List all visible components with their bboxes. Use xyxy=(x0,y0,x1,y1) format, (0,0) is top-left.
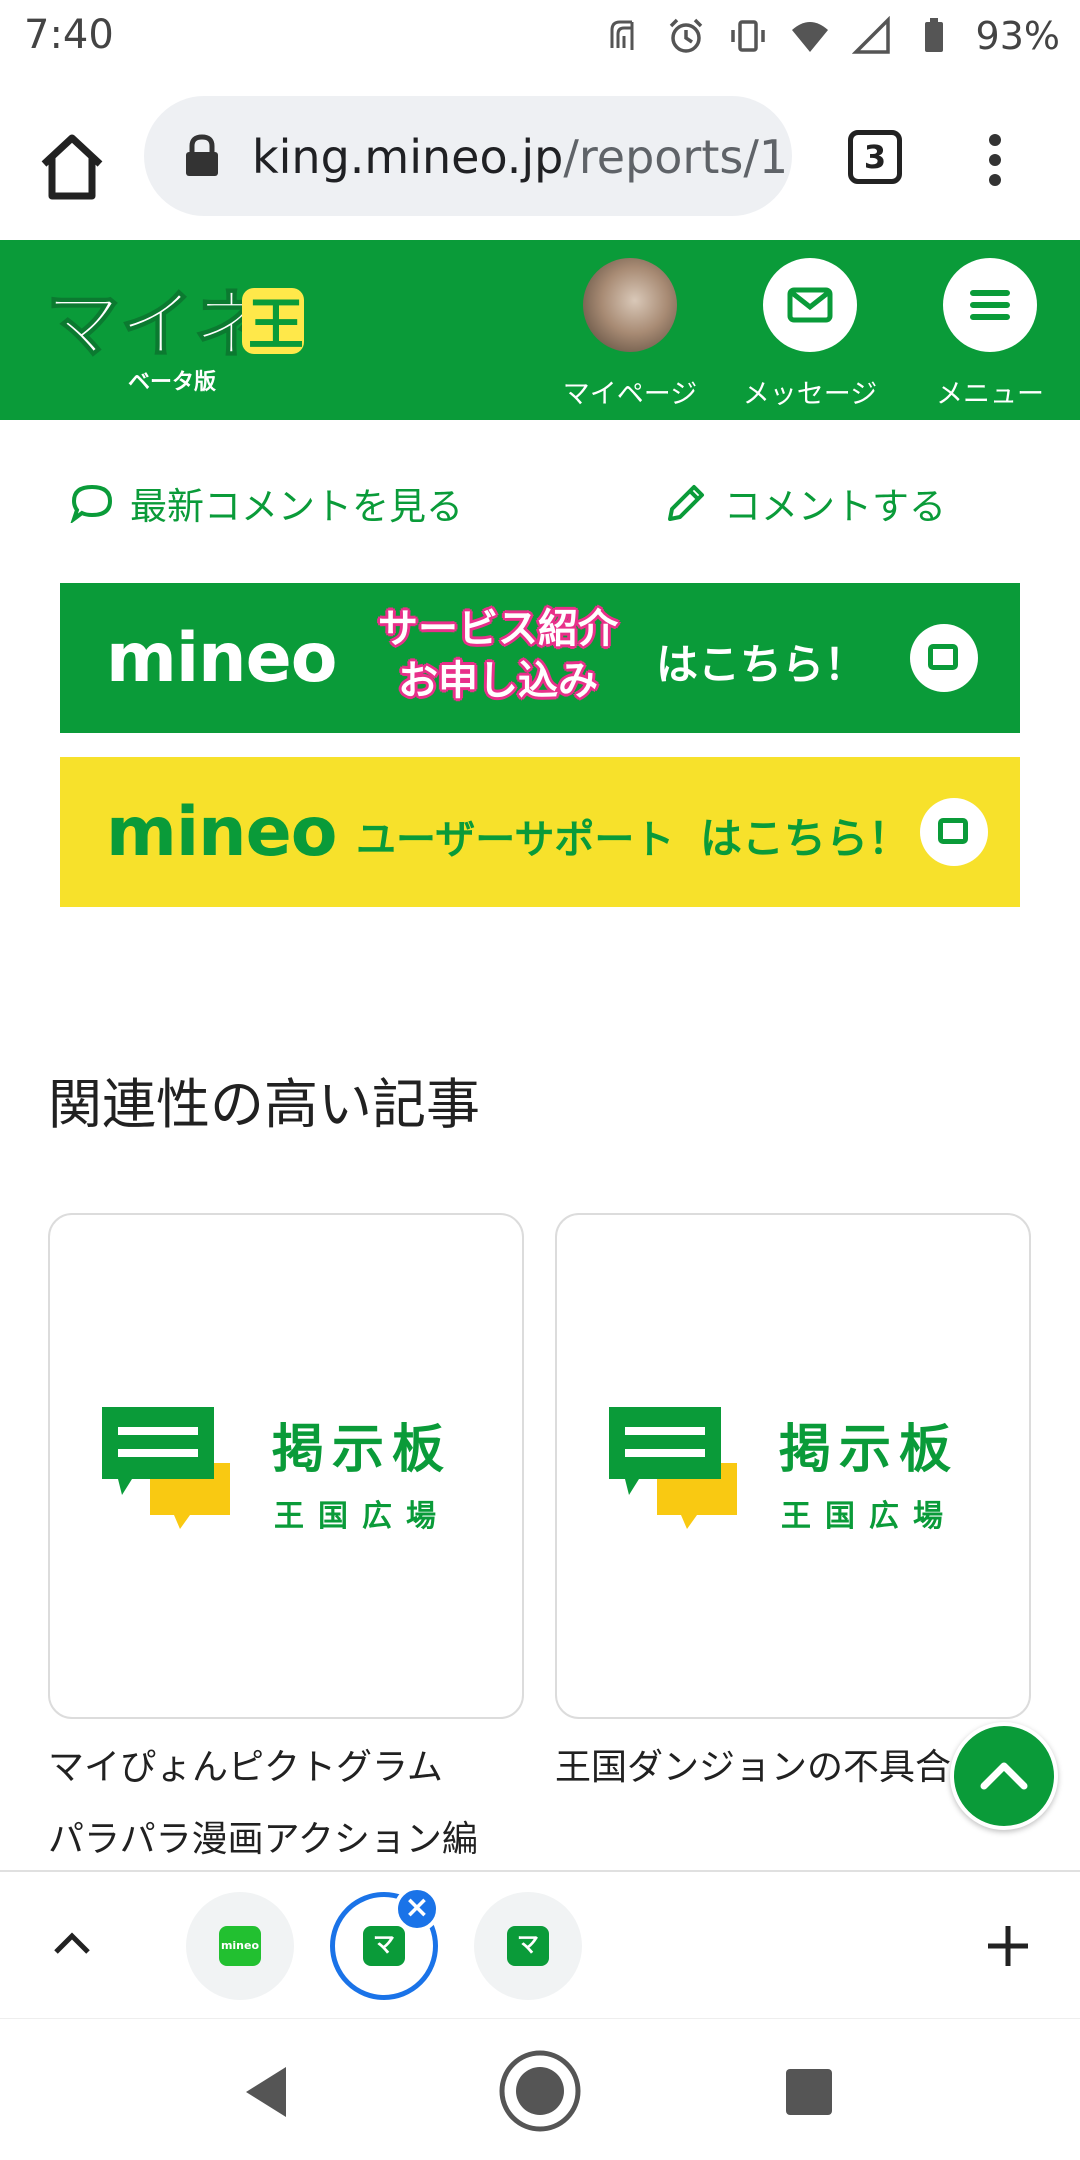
browser-toolbar: king.mineo.jp/reports/1: 3 xyxy=(0,72,1080,240)
board-subtitle: 王国広場 xyxy=(274,1499,450,1534)
latest-comments-label: 最新コメントを見る xyxy=(130,485,463,528)
vibrate-icon xyxy=(730,20,765,52)
menu-label: メニュー xyxy=(936,379,1044,410)
banner-support-text: ユーザーサポート xyxy=(356,817,675,863)
svg-text:王: 王 xyxy=(248,293,304,358)
tab-thumbnail[interactable]: mineo xyxy=(186,1892,294,2000)
back-icon[interactable] xyxy=(242,2065,290,2119)
banner-highlight: サービス紹介 お申し込み xyxy=(378,603,618,707)
new-tab-icon[interactable] xyxy=(984,1922,1032,1970)
mainekou-favicon: マ xyxy=(507,1926,549,1966)
nfc-icon xyxy=(610,20,634,50)
banner-highlight-line2: お申し込み xyxy=(398,658,598,704)
write-comment-label: コメントする xyxy=(724,485,946,528)
board-icon xyxy=(609,1407,737,1529)
chevron-up-icon[interactable] xyxy=(50,1922,94,1966)
signal-icon xyxy=(851,16,890,54)
banner-suffix: はこちら！ xyxy=(656,640,867,689)
main-content: 最新コメントを見る コメントする mineo サービス紹介 お申し込み はこちら… xyxy=(0,420,1080,1870)
pencil-icon xyxy=(668,485,704,521)
mainekou-favicon: マ xyxy=(363,1926,405,1966)
url-path: /reports/1: xyxy=(563,130,792,184)
banner-highlight-line1: サービス紹介 xyxy=(378,606,618,652)
status-icons: 93% xyxy=(604,10,1060,62)
board-title: 掲示板 xyxy=(779,1420,960,1480)
article-title-line1: マイぴょんピクトグラム xyxy=(48,1747,443,1788)
article-title-line1: 王国ダンジョンの不具合 xyxy=(555,1747,952,1788)
board-title: 掲示板 xyxy=(272,1420,453,1480)
speech-bubble-icon xyxy=(70,484,113,523)
banner-brand: mineo xyxy=(106,793,337,872)
article-card[interactable]: 掲示板 王国広場 xyxy=(555,1213,1031,1719)
mypage-label: マイページ xyxy=(562,379,698,410)
wifi-icon xyxy=(791,22,828,52)
alarm-icon xyxy=(669,18,702,53)
more-options-icon[interactable] xyxy=(980,132,1010,188)
address-bar[interactable]: king.mineo.jp/reports/1: xyxy=(144,96,792,216)
system-navigation-bar xyxy=(0,2018,1080,2160)
tab-thumbnail[interactable]: マ xyxy=(474,1892,582,2000)
mineo-favicon: mineo xyxy=(219,1926,261,1966)
banner-brand: mineo xyxy=(106,619,337,698)
url-host: king.mineo.jp xyxy=(252,130,564,184)
board-subtitle: 王国広場 xyxy=(781,1499,957,1534)
banner-suffix: はこちら！ xyxy=(700,814,911,863)
latest-comments-link[interactable]: 最新コメントを見る xyxy=(70,476,463,530)
tab-switcher-button[interactable]: 3 xyxy=(848,130,902,184)
home-button-icon[interactable] xyxy=(498,2049,582,2133)
recent-apps-icon[interactable] xyxy=(786,2069,832,2115)
article-title-line2: パラパラ漫画アクション編 xyxy=(48,1819,478,1860)
url-text: king.mineo.jp/reports/1: xyxy=(252,130,792,184)
chat-icon xyxy=(910,624,978,692)
message-label: メッセージ xyxy=(742,379,878,410)
tab-strip: mineo マ × マ xyxy=(0,1870,1080,2018)
support-banner[interactable]: mineo ユーザーサポート はこちら！ xyxy=(60,757,1020,907)
lock-icon xyxy=(186,134,218,176)
status-bar: 7:40 93% xyxy=(0,0,1080,72)
avatar xyxy=(583,258,677,352)
menu-icon xyxy=(943,258,1037,352)
mypage-link[interactable]: マイページ xyxy=(560,258,700,411)
scroll-to-top-button[interactable] xyxy=(950,1722,1058,1830)
article-title[interactable]: 王国ダンジョンの不具合 xyxy=(555,1732,975,1804)
logo-beta-label: ベータ版 xyxy=(128,370,217,395)
menu-link[interactable]: メニュー xyxy=(920,258,1060,411)
battery-icon xyxy=(924,18,943,52)
home-icon[interactable] xyxy=(30,124,114,208)
article-title[interactable]: マイぴょんピクトグラム パラパラ漫画アクション編 xyxy=(48,1732,528,1870)
message-link[interactable]: メッセージ xyxy=(740,258,880,411)
mail-icon xyxy=(763,258,857,352)
comment-links: 最新コメントを見る コメントする xyxy=(70,476,970,536)
write-comment-link[interactable]: コメントする xyxy=(664,476,946,530)
article-card[interactable]: 掲示板 王国広場 xyxy=(48,1213,524,1719)
service-banner[interactable]: mineo サービス紹介 お申し込み はこちら！ xyxy=(60,583,1020,733)
chat-icon xyxy=(920,798,988,866)
board-icon xyxy=(102,1407,230,1529)
chevron-up-icon xyxy=(980,1762,1028,1790)
battery-percent: 93% xyxy=(975,14,1060,58)
site-header: マイネ 王 ベータ版 マイページ メッセージ メニュー xyxy=(0,240,1080,420)
related-articles-title: 関連性の高い記事 xyxy=(48,1073,480,1136)
svg-text:マイネ: マイネ xyxy=(46,282,268,368)
close-tab-icon[interactable]: × xyxy=(394,1886,440,1932)
status-time: 7:40 xyxy=(24,12,114,58)
